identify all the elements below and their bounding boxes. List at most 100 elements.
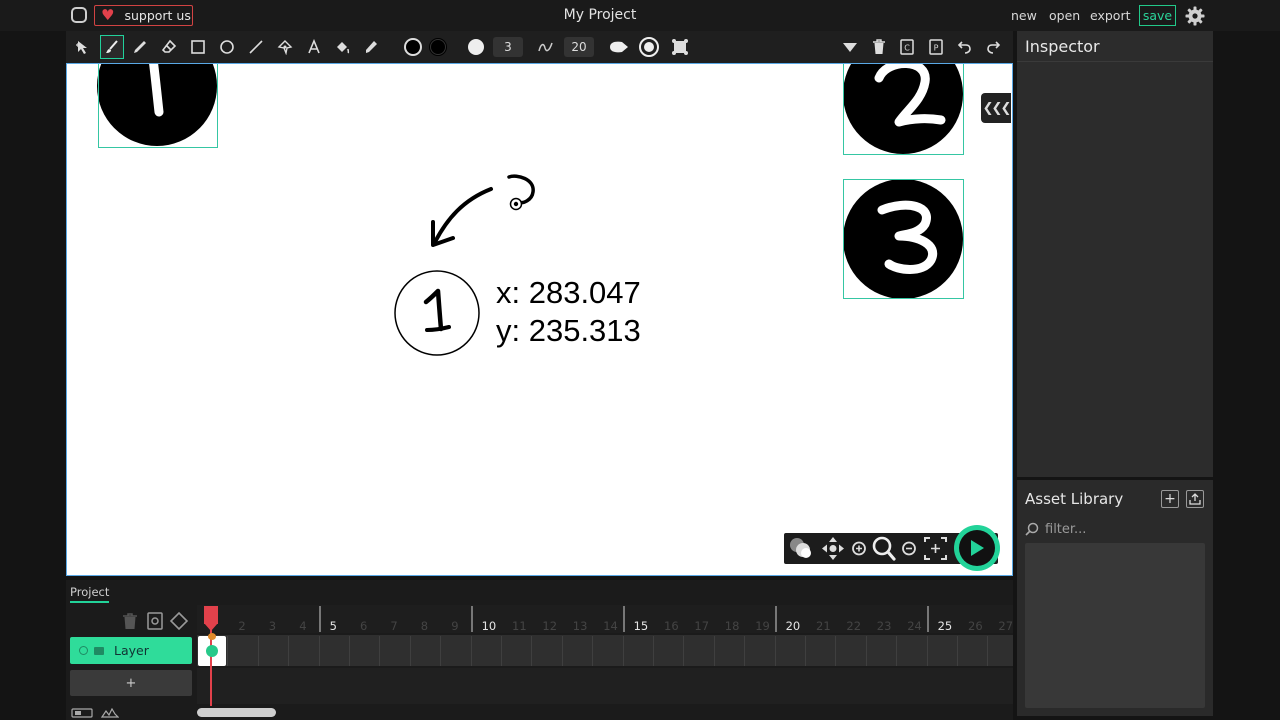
eraser-tool-icon[interactable] bbox=[157, 35, 181, 59]
coordinate-x-readout: x: 283.047 bbox=[496, 275, 641, 310]
playhead-handle[interactable] bbox=[204, 606, 218, 624]
trash-icon[interactable] bbox=[867, 35, 891, 59]
fill-bucket-tool-icon[interactable] bbox=[330, 35, 354, 59]
frame-divider bbox=[440, 636, 442, 666]
smoothing-input[interactable]: 20 bbox=[564, 37, 594, 57]
pencil-tool-icon[interactable] bbox=[128, 35, 152, 59]
rectangle-tool-icon[interactable] bbox=[186, 35, 210, 59]
frame-divider bbox=[379, 636, 381, 666]
circle-one-drawing bbox=[394, 270, 480, 356]
asset-list[interactable] bbox=[1025, 543, 1205, 708]
undo-icon[interactable] bbox=[953, 35, 977, 59]
frame-number: 4 bbox=[299, 619, 307, 633]
timeline-zoom-icon[interactable] bbox=[71, 708, 93, 718]
zoom-in-small-icon[interactable] bbox=[852, 541, 866, 556]
brush-tool-icon[interactable] bbox=[100, 35, 124, 59]
chevrons-left-icon: ❮❮❮ bbox=[982, 100, 1012, 116]
gear-icon[interactable] bbox=[1185, 6, 1205, 26]
stroke-size-input[interactable]: 3 bbox=[493, 37, 523, 57]
curved-arrow-drawing bbox=[431, 187, 493, 247]
frame-number-major: 25 bbox=[937, 619, 953, 633]
ellipse-tool-icon[interactable] bbox=[215, 35, 239, 59]
frame-divider bbox=[257, 636, 259, 666]
waveform-icon[interactable] bbox=[101, 708, 119, 718]
smoothing-icon bbox=[534, 35, 558, 59]
play-icon bbox=[959, 530, 995, 566]
keyframe-diamond-icon[interactable] bbox=[169, 611, 189, 631]
delete-layer-icon[interactable] bbox=[120, 611, 140, 631]
fit-screen-icon[interactable] bbox=[924, 537, 947, 560]
frame-divider bbox=[987, 636, 989, 666]
frame-number: 26 bbox=[968, 619, 983, 633]
play-button[interactable] bbox=[954, 525, 1000, 571]
stroke-color-swatch-icon[interactable] bbox=[426, 35, 450, 59]
redo-icon[interactable] bbox=[981, 35, 1005, 59]
inspector-panel: Inspector bbox=[1017, 31, 1213, 477]
timeline-scrollbar[interactable] bbox=[197, 708, 276, 717]
onion-layers-icon[interactable] bbox=[790, 538, 811, 558]
collapse-panel-button[interactable]: ❮❮❮ bbox=[981, 93, 1011, 123]
frame-divider bbox=[318, 636, 320, 666]
frame-number: 18 bbox=[724, 619, 740, 633]
add-asset-button[interactable]: + bbox=[1161, 490, 1179, 508]
frame-divider bbox=[349, 636, 350, 666]
frame-number: 19 bbox=[755, 619, 770, 633]
pointer-tool-icon[interactable] bbox=[71, 35, 95, 59]
svg-text:P: P bbox=[934, 44, 939, 53]
export-button[interactable]: export bbox=[1090, 8, 1131, 23]
keyframe-dot-icon bbox=[206, 645, 218, 657]
frame-major-tick bbox=[622, 606, 625, 632]
frame-number: 12 bbox=[542, 619, 558, 633]
frame-number-major: 15 bbox=[633, 619, 649, 633]
frame-number: 7 bbox=[390, 619, 398, 633]
frame-divider bbox=[592, 636, 594, 666]
add-layer-button[interactable]: + bbox=[70, 670, 192, 696]
asset-filter-input[interactable]: filter... bbox=[1025, 518, 1203, 540]
frame-number: 21 bbox=[816, 619, 831, 633]
drawing-canvas[interactable]: x: 283.047 y: 235.313 bbox=[66, 63, 1013, 576]
frame-number: 17 bbox=[694, 619, 710, 633]
onion-skin-icon[interactable] bbox=[637, 35, 661, 59]
eyedropper-tool-icon[interactable] bbox=[359, 35, 383, 59]
frame-number: 24 bbox=[907, 619, 922, 633]
layer-settings-icon[interactable] bbox=[146, 611, 164, 631]
pan-move-icon[interactable] bbox=[822, 537, 844, 560]
zoom-out-icon[interactable] bbox=[902, 541, 916, 556]
selection-box-two[interactable] bbox=[843, 64, 964, 155]
plus-icon: + bbox=[1164, 491, 1176, 507]
dropdown-arrow-icon[interactable] bbox=[838, 35, 862, 59]
coordinate-y-readout: y: 235.313 bbox=[496, 313, 641, 348]
paste-icon[interactable]: P bbox=[924, 35, 948, 59]
transform-options-icon[interactable] bbox=[668, 35, 692, 59]
frame-divider bbox=[288, 636, 290, 666]
frame-divider bbox=[896, 636, 898, 666]
frame-divider bbox=[744, 636, 746, 666]
text-tool-icon[interactable] bbox=[302, 35, 326, 59]
visibility-icon[interactable] bbox=[79, 646, 88, 655]
frame-divider bbox=[865, 636, 867, 666]
pressure-toggle-icon[interactable] bbox=[607, 35, 631, 59]
frame-divider bbox=[409, 636, 411, 666]
import-asset-button[interactable] bbox=[1186, 490, 1204, 508]
frame-divider bbox=[653, 636, 654, 666]
selection-box-three[interactable] bbox=[843, 179, 964, 299]
frame-divider bbox=[531, 636, 533, 666]
frame-number: 14 bbox=[603, 619, 618, 633]
tab-project[interactable]: Project bbox=[70, 585, 110, 603]
path-tool-icon[interactable] bbox=[273, 35, 297, 59]
lock-icon[interactable] bbox=[94, 646, 104, 655]
onion-marker-icon bbox=[208, 633, 216, 640]
frame-major-tick bbox=[470, 606, 473, 632]
copy-icon[interactable]: C bbox=[895, 35, 919, 59]
frame-number: 23 bbox=[876, 619, 892, 633]
layer-row[interactable]: Layer bbox=[70, 637, 192, 664]
save-button[interactable]: save bbox=[1139, 5, 1176, 26]
new-button[interactable]: new bbox=[1011, 8, 1037, 23]
magnify-icon[interactable] bbox=[872, 536, 896, 561]
fill-color-swatch-icon[interactable] bbox=[401, 35, 425, 59]
selection-box-one[interactable] bbox=[98, 64, 218, 148]
frame-divider bbox=[926, 636, 928, 666]
frame-number: 27 bbox=[998, 619, 1014, 633]
open-button[interactable]: open bbox=[1049, 8, 1080, 23]
line-tool-icon[interactable] bbox=[244, 35, 268, 59]
